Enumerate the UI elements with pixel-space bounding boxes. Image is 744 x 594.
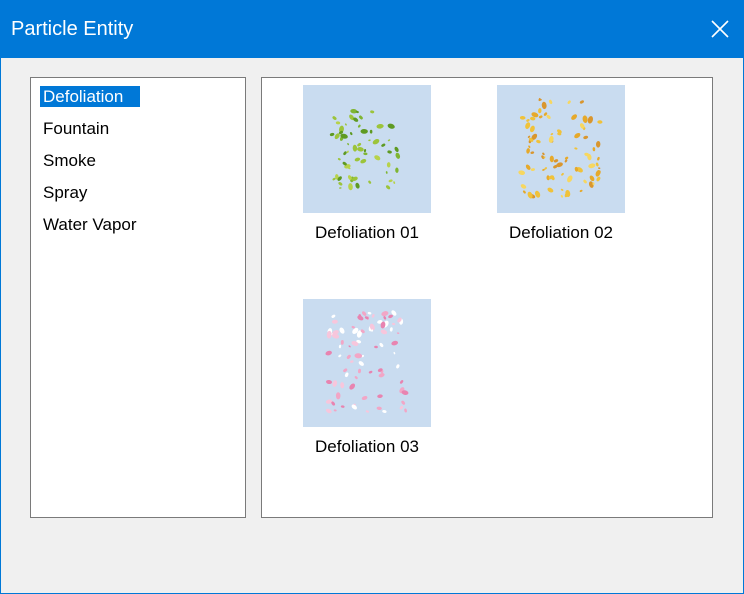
category-list[interactable]: Defoliation Fountain Smoke Spray Water V… xyxy=(30,77,246,518)
gallery-item[interactable]: Defoliation 02 xyxy=(486,85,636,243)
category-item-defoliation[interactable]: Defoliation xyxy=(40,86,140,107)
particle-preview-thumbnail xyxy=(303,85,431,213)
title-bar[interactable]: Particle Entity xyxy=(1,0,743,58)
particle-entity-dialog: Particle Entity Defoliation Fountain Smo… xyxy=(0,0,744,594)
category-item-fountain[interactable]: Fountain xyxy=(40,118,140,139)
close-button[interactable] xyxy=(697,0,743,58)
particle-mark xyxy=(335,392,341,400)
gallery-item[interactable]: Defoliation 01 xyxy=(292,85,442,243)
category-item-water-vapor[interactable]: Water Vapor xyxy=(40,214,140,235)
window-title: Particle Entity xyxy=(11,18,134,40)
gallery-item-label: Defoliation 02 xyxy=(509,223,613,242)
category-item-smoke[interactable]: Smoke xyxy=(40,150,140,171)
gallery-item-label: Defoliation 01 xyxy=(315,223,419,242)
particle-preview-thumbnail xyxy=(303,299,431,427)
gallery-item-label: Defoliation 03 xyxy=(315,437,419,456)
particle-preview-thumbnail xyxy=(497,85,625,213)
category-item-spray[interactable]: Spray xyxy=(40,182,140,203)
particle-gallery: Defoliation 01 Defoliation 02 Defoliatio… xyxy=(261,77,713,518)
gallery-item[interactable]: Defoliation 03 xyxy=(292,299,442,457)
close-icon xyxy=(711,20,729,38)
